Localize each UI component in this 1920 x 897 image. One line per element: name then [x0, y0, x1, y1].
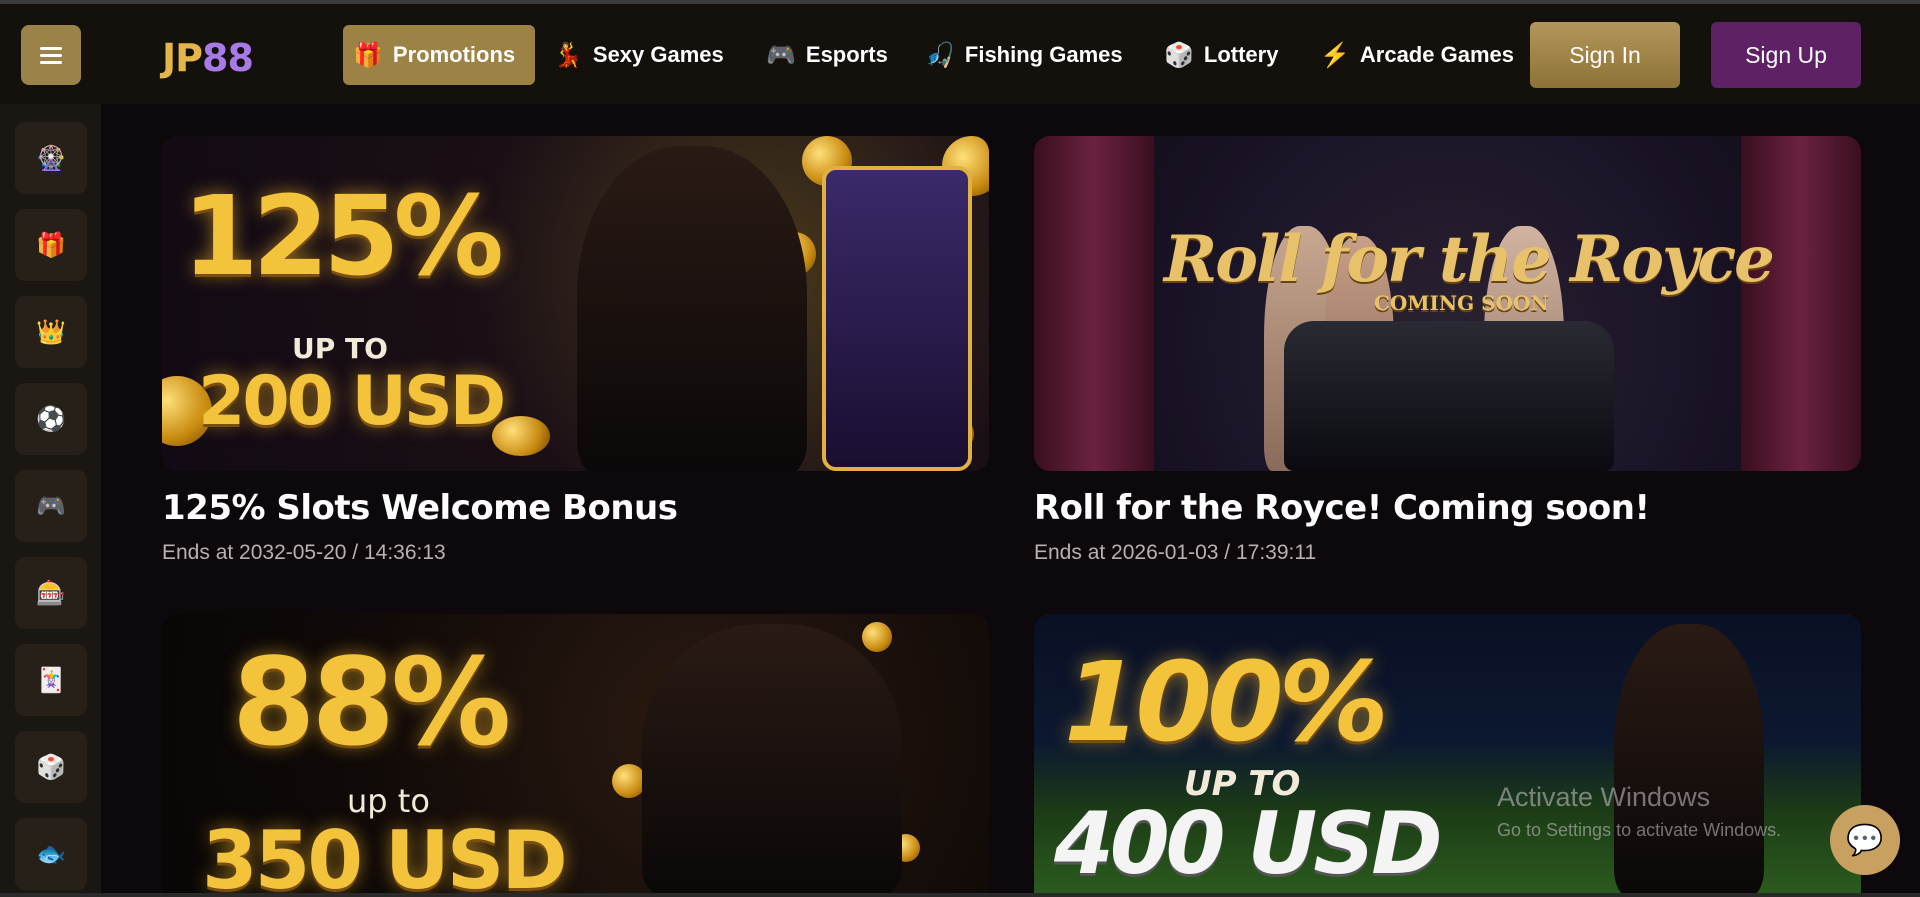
banner-headline: 100% [1064, 638, 1389, 766]
crown-icon: 👑 [36, 318, 66, 346]
banner-headline: 88% [232, 634, 511, 773]
nav-label: Arcade Games [1359, 42, 1514, 67]
nav-label: Sexy Games [592, 42, 724, 67]
coin-decoration [612, 764, 646, 798]
sidebar-item-esports[interactable]: 🎮 [15, 470, 87, 542]
gamepad-icon: 🎮 [36, 492, 66, 520]
sidebar-item-lottery[interactable]: 🎲 [15, 731, 87, 803]
nav-arcade-games[interactable]: ⚡ Arcade Games [1320, 25, 1515, 85]
gift-icon: 🎁 [353, 41, 383, 69]
activate-windows-hint: Go to Settings to activate Windows. [1497, 820, 1782, 840]
banner-amount: 200 USD [198, 362, 506, 441]
fish-icon: 🎣 [925, 41, 955, 69]
live-chat-button[interactable]: 💬 [1830, 805, 1900, 875]
nav-promotions[interactable]: 🎁 Promotions [343, 25, 536, 85]
top-navigation-bar: JP88 🎁 Promotions 💃 Sexy Games 🎮 Esports… [0, 4, 1920, 104]
left-sidebar: 🎡 🎁 👑 ⚽ 🎮 🎰 🃏 🎲 🐟 [0, 104, 101, 897]
nav-sexy-games[interactable]: 💃 Sexy Games [553, 25, 724, 85]
lightning-icon: ⚡ [1320, 41, 1350, 69]
soccer-ball-icon: ⚽ [36, 405, 66, 433]
nav-fishing-games[interactable]: 🎣 Fishing Games [925, 25, 1123, 85]
activate-windows-watermark: Activate Windows [1497, 782, 1711, 812]
promo-end-date: Ends at 2032-05-20 / 14:36:13 [162, 541, 446, 564]
sign-in-button[interactable]: Sign In [1530, 22, 1680, 88]
sign-up-button[interactable]: Sign Up [1711, 22, 1861, 88]
gamepad-icon: 🎮 [766, 41, 796, 69]
promo-banner-88-percent[interactable]: 88% up to 350 USD [162, 614, 989, 897]
banner-amount: 350 USD [202, 814, 568, 897]
banner-subline: UP TO [292, 332, 388, 365]
gift-icon: 🎁 [36, 231, 66, 259]
model-image [642, 624, 902, 897]
horizontal-scrollbar[interactable] [0, 893, 1920, 897]
banner-subline: COMING SOON [1374, 291, 1549, 315]
sidebar-item-sports[interactable]: ⚽ [15, 383, 87, 455]
nav-label: Fishing Games [964, 42, 1123, 67]
model-image [577, 146, 807, 471]
chat-bubble-icon: 💬 [1846, 823, 1884, 857]
casino-chip-icon: 🎰 [36, 579, 66, 607]
banner-headline: 125% [182, 172, 504, 300]
curtain-right-image [1741, 136, 1861, 471]
fish-icon: 🐟 [36, 840, 66, 868]
promo-title[interactable]: 125% Slots Welcome Bonus [162, 488, 678, 528]
logo-text-88: 88 [202, 36, 254, 80]
banner-amount: 400 USD [1054, 794, 1443, 894]
nav-esports[interactable]: 🎮 Esports [766, 25, 888, 85]
promo-banner-slots-bonus[interactable]: 125% UP TO 200 USD [162, 136, 989, 471]
sidebar-item-wheel[interactable]: 🎡 [15, 122, 87, 194]
nav-label: Promotions [392, 42, 516, 67]
nav-lottery[interactable]: 🎲 Lottery [1164, 25, 1278, 85]
sidebar-item-casino[interactable]: 🎰 [15, 557, 87, 629]
hamburger-menu-button[interactable] [21, 25, 81, 85]
promo-end-date: Ends at 2026-01-03 / 17:39:11 [1034, 541, 1317, 564]
promo-banner-royce[interactable]: Roll for the Royce COMING SOON [1034, 136, 1861, 471]
lottery-balls-icon: 🎲 [1164, 41, 1194, 69]
sidebar-item-vip[interactable]: 👑 [15, 296, 87, 368]
nav-label: Esports [805, 42, 888, 67]
slot-machine-image [822, 166, 972, 471]
hamburger-icon [40, 45, 62, 66]
wheel-icon: 🎡 [36, 144, 66, 172]
nav-label: Lottery [1203, 42, 1279, 67]
promo-banner-100-percent[interactable]: 100% UP TO 400 USD [1034, 614, 1861, 897]
sidebar-item-fishing[interactable]: 🐟 [15, 818, 87, 890]
lottery-balls-icon: 🎲 [36, 753, 66, 781]
model-image [1614, 624, 1764, 897]
site-logo[interactable]: JP88 [162, 36, 254, 80]
card-table-icon: 🃏 [36, 666, 66, 694]
sidebar-item-table-games[interactable]: 🃏 [15, 644, 87, 716]
logo-text-jp: JP [162, 36, 203, 80]
banner-headline: Roll for the Royce [1164, 222, 1775, 297]
curtain-left-image [1034, 136, 1154, 471]
car-image [1284, 321, 1614, 471]
coin-decoration [862, 622, 892, 652]
promo-title[interactable]: Roll for the Royce! Coming soon! [1034, 488, 1650, 528]
sidebar-item-promotions[interactable]: 🎁 [15, 209, 87, 281]
dancer-icon: 💃 [553, 41, 583, 69]
